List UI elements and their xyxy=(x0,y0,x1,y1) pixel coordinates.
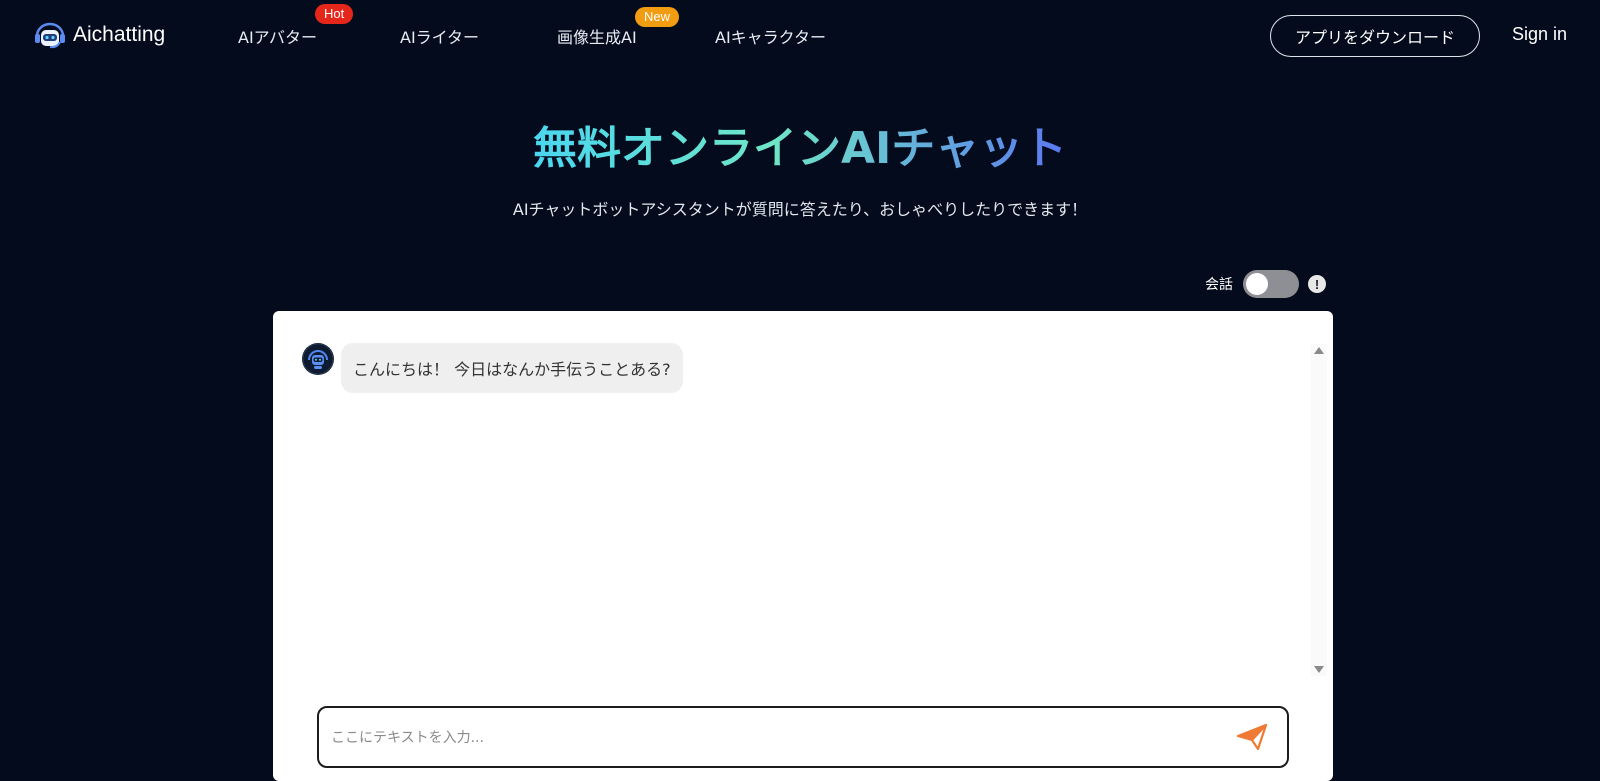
logo-text: Aichatting xyxy=(73,23,166,46)
page-title: 無料オンラインAIチャット xyxy=(0,112,1600,176)
chat-panel: こんにちは！ 今日はなんか手伝うことある? xyxy=(273,311,1333,781)
robot-face-icon xyxy=(302,343,334,375)
scroll-down-arrow[interactable] xyxy=(1314,666,1324,673)
scroll-up-arrow[interactable] xyxy=(1314,347,1324,354)
chat-message: こんにちは！ 今日はなんか手伝うことある? xyxy=(302,343,683,393)
page-subtitle: AIチャットボットアシスタントが質問に答えたり、おしゃべりしたりできます！ xyxy=(512,200,1088,219)
top-nav: Aichatting AIアバター Hot AIライター 画像生成AI New … xyxy=(0,0,1600,72)
download-app-button[interactable]: アプリをダウンロード xyxy=(1270,15,1480,57)
chat-scrollbar[interactable] xyxy=(1311,344,1327,676)
conversation-toggle-label: 会話 xyxy=(1205,277,1233,293)
nav-ai-avatar[interactable]: AIアバター xyxy=(238,24,317,48)
new-badge: New xyxy=(635,7,680,27)
logo[interactable]: Aichatting xyxy=(33,20,165,50)
toggle-knob xyxy=(1246,273,1268,295)
sign-in-link[interactable]: Sign in xyxy=(1512,24,1567,45)
nav-image-generation[interactable]: 画像生成AI xyxy=(557,24,637,48)
conversation-toggle[interactable] xyxy=(1243,270,1299,298)
robot-headset-icon xyxy=(35,22,65,49)
paper-plane-icon[interactable] xyxy=(1237,724,1267,750)
bot-avatar-icon xyxy=(302,343,334,375)
conversation-toggle-row: 会話 ! xyxy=(1205,270,1326,298)
chat-input-box xyxy=(317,706,1289,768)
hot-badge: Hot xyxy=(315,4,354,24)
nav-ai-character[interactable]: AIキャラクター xyxy=(715,24,826,48)
chat-input[interactable] xyxy=(329,708,1213,768)
nav-ai-writer[interactable]: AIライター xyxy=(400,24,479,48)
bot-message-bubble: こんにちは！ 今日はなんか手伝うことある? xyxy=(341,343,683,393)
page-title-text: 無料オンラインAIチャット xyxy=(533,123,1067,174)
info-icon[interactable]: ! xyxy=(1308,275,1326,293)
